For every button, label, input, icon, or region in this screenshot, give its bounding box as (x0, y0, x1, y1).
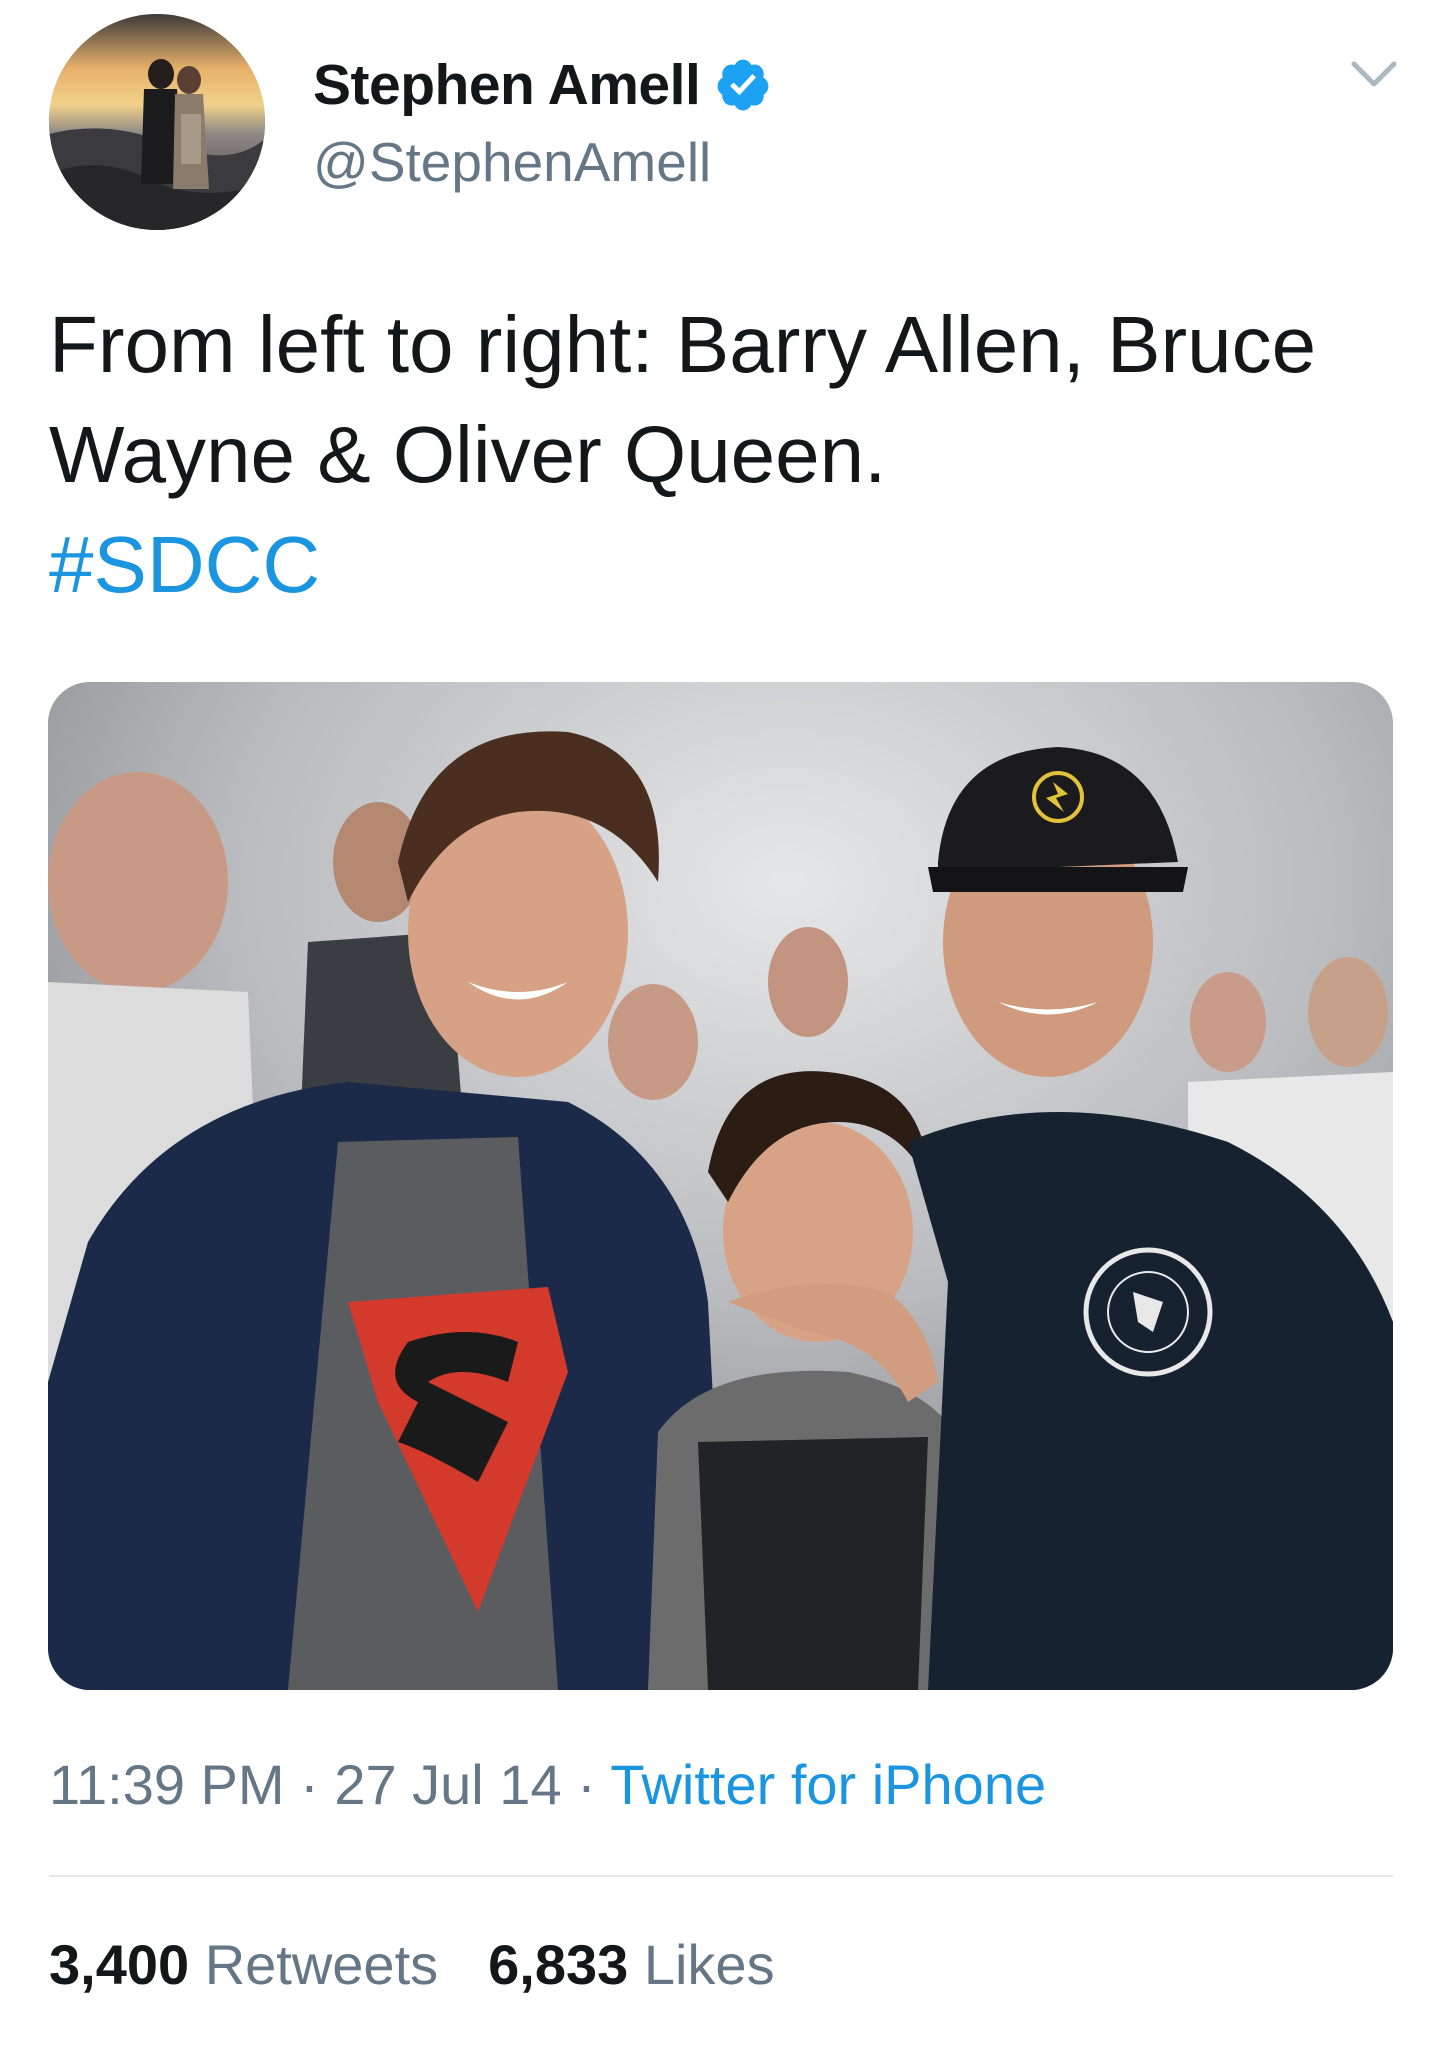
tweet-stats: 3,400 Retweets 6,833 Likes (49, 1930, 775, 2000)
chevron-down-icon[interactable] (1346, 54, 1402, 94)
likes-stat[interactable]: 6,833 Likes (488, 1933, 774, 1996)
tweet-source-link[interactable]: Twitter for iPhone (610, 1753, 1046, 1816)
hashtag-link[interactable]: #SDCC (49, 510, 320, 620)
retweets-stat[interactable]: 3,400 Retweets (49, 1933, 438, 1996)
meta-separator: · (561, 1753, 611, 1816)
tweet-card: Stephen Amell @StephenAmell From left to… (0, 0, 1438, 2045)
tweet-meta: 11:39 PM · 27 Jul 14 · Twitter for iPhon… (49, 1750, 1046, 1820)
author-name-row[interactable]: Stephen Amell (313, 50, 772, 120)
tweet-photo[interactable] (48, 682, 1393, 1690)
retweets-label: Retweets (204, 1933, 439, 1996)
tweet-text: From left to right: Barry Allen, Bruce W… (49, 300, 1317, 499)
tweet-date[interactable]: 27 Jul 14 (334, 1753, 561, 1816)
verified-badge-icon (714, 56, 772, 114)
likes-count: 6,833 (488, 1933, 629, 1996)
retweets-count: 3,400 (49, 1933, 190, 1996)
author-handle[interactable]: @StephenAmell (313, 130, 711, 194)
divider (49, 1875, 1393, 1877)
tweet-time[interactable]: 11:39 PM (49, 1753, 285, 1816)
likes-label: Likes (643, 1933, 775, 1996)
meta-separator: · (284, 1753, 335, 1816)
display-name[interactable]: Stephen Amell (313, 52, 701, 118)
avatar[interactable] (49, 14, 265, 230)
